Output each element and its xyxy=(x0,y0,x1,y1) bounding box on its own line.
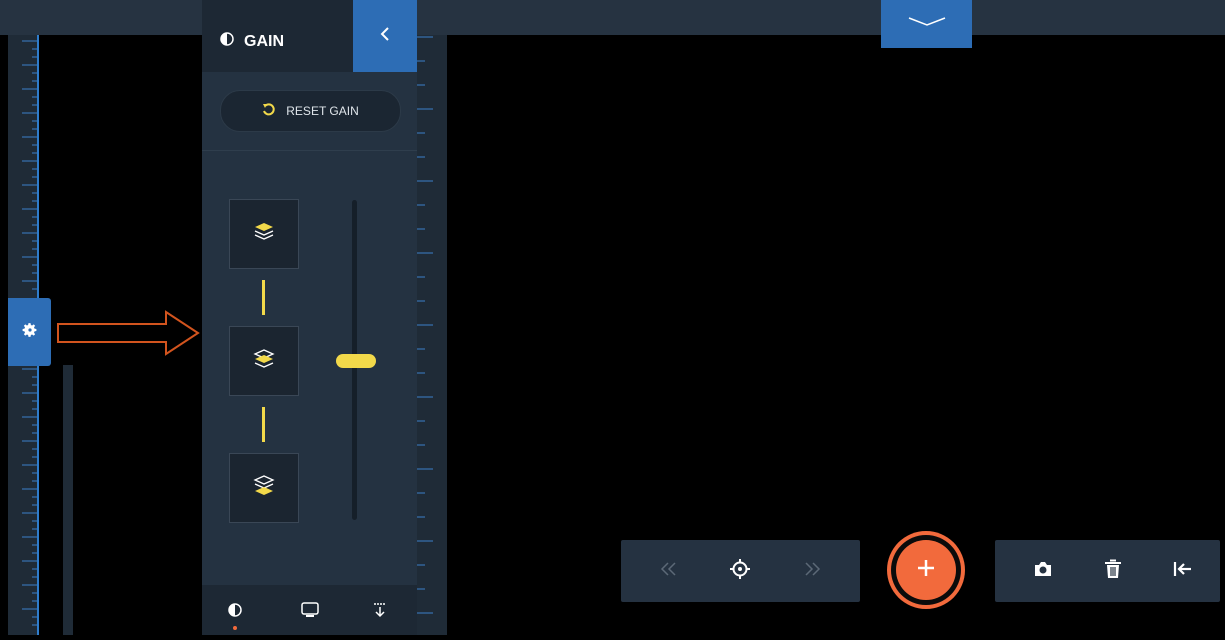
gain-high-button[interactable] xyxy=(229,199,299,269)
camera-icon xyxy=(1033,560,1053,583)
top-bar xyxy=(0,0,1225,35)
rewind-button[interactable] xyxy=(652,555,686,587)
gain-slider-thumb[interactable] xyxy=(336,354,376,368)
gain-panel-title: GAIN xyxy=(220,32,284,51)
reset-gain-button[interactable]: RESET GAIN xyxy=(220,90,401,132)
tab-display[interactable] xyxy=(296,600,324,624)
chevron-left-icon xyxy=(380,26,390,46)
forward-icon xyxy=(802,561,822,581)
monitor-icon xyxy=(301,601,319,623)
reset-gain-label: RESET GAIN xyxy=(286,104,359,118)
contrast-icon xyxy=(220,32,234,51)
left-inner-strip xyxy=(63,365,73,635)
center-button[interactable] xyxy=(723,555,757,587)
delete-button[interactable] xyxy=(1096,555,1130,587)
right-ruler xyxy=(417,35,447,635)
collapse-left-button[interactable] xyxy=(1166,555,1200,587)
reset-icon xyxy=(262,102,276,120)
level-connector-top xyxy=(262,280,265,315)
collapse-left-icon xyxy=(1173,561,1193,582)
download-icon xyxy=(372,602,388,623)
plus-icon xyxy=(916,558,936,583)
forward-button[interactable] xyxy=(795,555,829,587)
right-ruler-ticks xyxy=(417,36,433,614)
add-button[interactable] xyxy=(896,540,956,600)
contrast-icon xyxy=(228,602,242,622)
rewind-icon xyxy=(659,561,679,581)
gain-mid-button[interactable] xyxy=(229,326,299,396)
trash-icon xyxy=(1104,559,1122,584)
tab-contrast[interactable] xyxy=(221,600,249,624)
tab-export[interactable] xyxy=(366,600,394,624)
level-connector-bottom xyxy=(262,407,265,442)
gear-icon xyxy=(22,322,38,343)
settings-tab-button[interactable] xyxy=(8,298,51,366)
layers-middle-icon xyxy=(253,348,275,375)
crosshair-icon xyxy=(730,558,750,584)
layers-bottom-icon xyxy=(253,474,275,502)
active-tab-indicator xyxy=(233,626,237,630)
gain-title-text: GAIN xyxy=(244,32,284,50)
gain-low-button[interactable] xyxy=(229,453,299,523)
layers-top-icon xyxy=(253,221,275,248)
chevron-down-icon xyxy=(907,15,947,33)
collapse-panel-button[interactable] xyxy=(353,0,417,72)
screenshot-button[interactable] xyxy=(1026,555,1060,587)
callout-arrow xyxy=(57,310,200,356)
top-dropdown-button[interactable] xyxy=(881,0,972,48)
panel-divider xyxy=(202,150,417,151)
